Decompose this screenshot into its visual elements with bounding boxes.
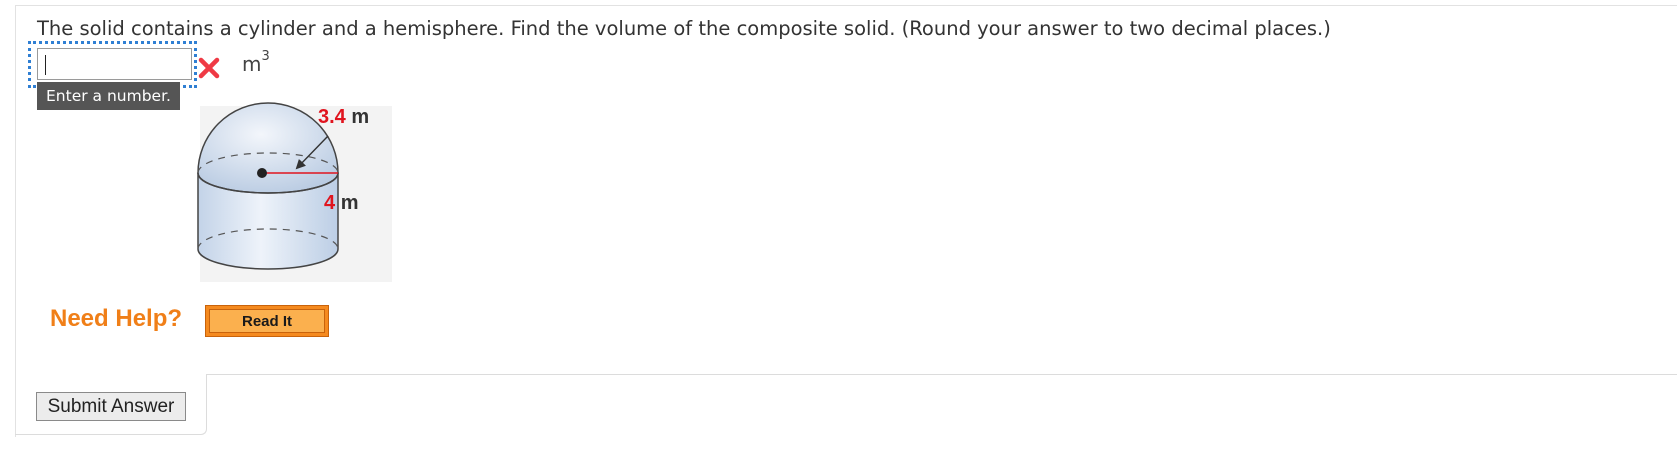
question-text: The solid contains a cylinder and a hemi…: [37, 17, 1331, 40]
validation-tooltip: Enter a number.: [37, 82, 180, 110]
answer-input[interactable]: [37, 48, 192, 80]
solid-diagram: [197, 102, 392, 282]
top-divider: [15, 5, 1677, 6]
incorrect-x-icon: [198, 57, 220, 79]
answer-unit: m3: [242, 49, 270, 76]
submit-answer-button[interactable]: Submit Answer: [36, 392, 186, 421]
composite-solid-figure: 3.4 m 4 m: [190, 96, 410, 288]
footer-divider: [206, 374, 1677, 375]
height-label: 4 m: [324, 192, 358, 215]
read-it-button-label: Read It: [209, 309, 325, 333]
unit-base: m: [242, 52, 262, 76]
radius-unit: m: [351, 106, 370, 128]
center-point: [257, 168, 267, 178]
unit-exponent: 3: [261, 49, 270, 65]
radius-label: 3.4 m: [318, 106, 369, 129]
height-unit: m: [340, 192, 359, 214]
text-caret: [45, 55, 46, 75]
left-divider: [15, 5, 16, 437]
need-help-label: Need Help?: [50, 305, 183, 332]
height-value: 4: [324, 192, 336, 214]
read-it-button[interactable]: Read It: [205, 305, 329, 337]
radius-value: 3.4: [318, 106, 346, 128]
